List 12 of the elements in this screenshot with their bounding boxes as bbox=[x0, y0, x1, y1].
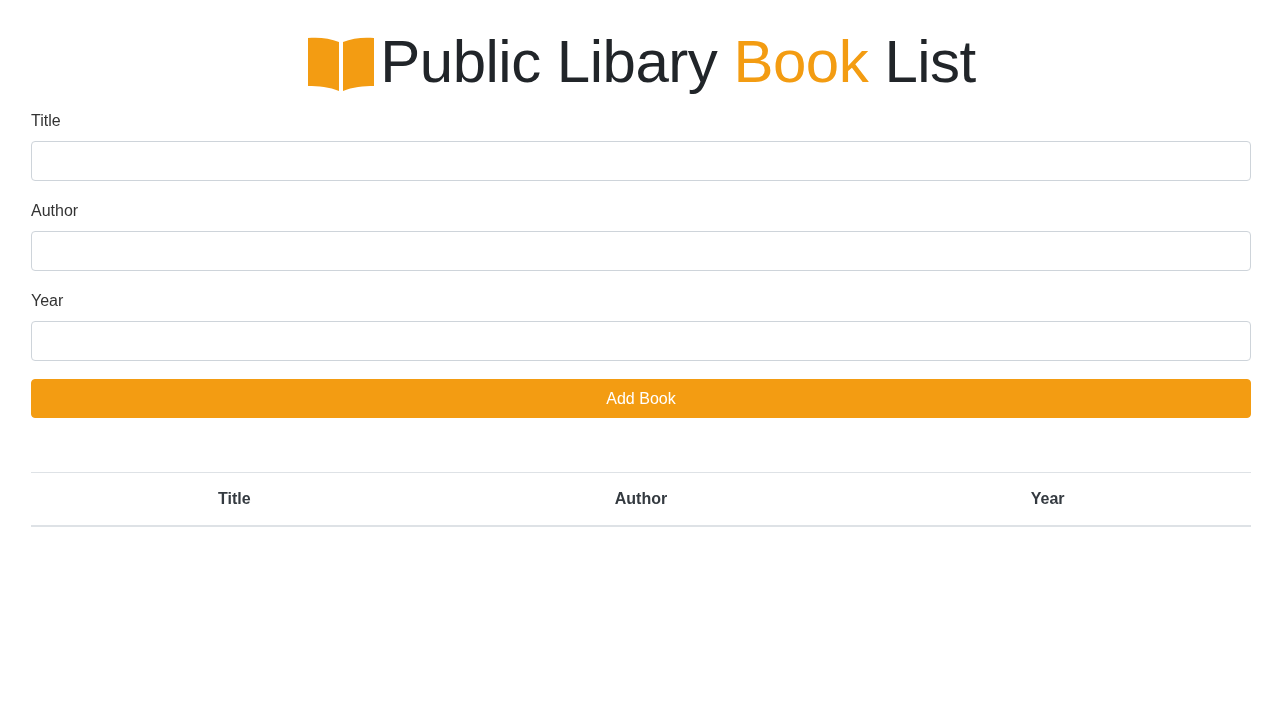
column-header: Year bbox=[1029, 489, 1066, 510]
page-title: Public Libary Book List bbox=[380, 28, 976, 96]
column-header: Title bbox=[217, 489, 252, 510]
field-label: Title bbox=[31, 111, 61, 132]
field-label: Author bbox=[31, 201, 79, 222]
input-field[interactable] bbox=[31, 141, 1251, 182]
input-field[interactable] bbox=[31, 231, 1251, 272]
add-book-button[interactable]: Add Book bbox=[31, 379, 1251, 419]
field-label: Year bbox=[31, 291, 64, 312]
book-icon bbox=[306, 36, 377, 92]
column-header: Author bbox=[613, 489, 669, 510]
input-field[interactable] bbox=[31, 321, 1251, 362]
